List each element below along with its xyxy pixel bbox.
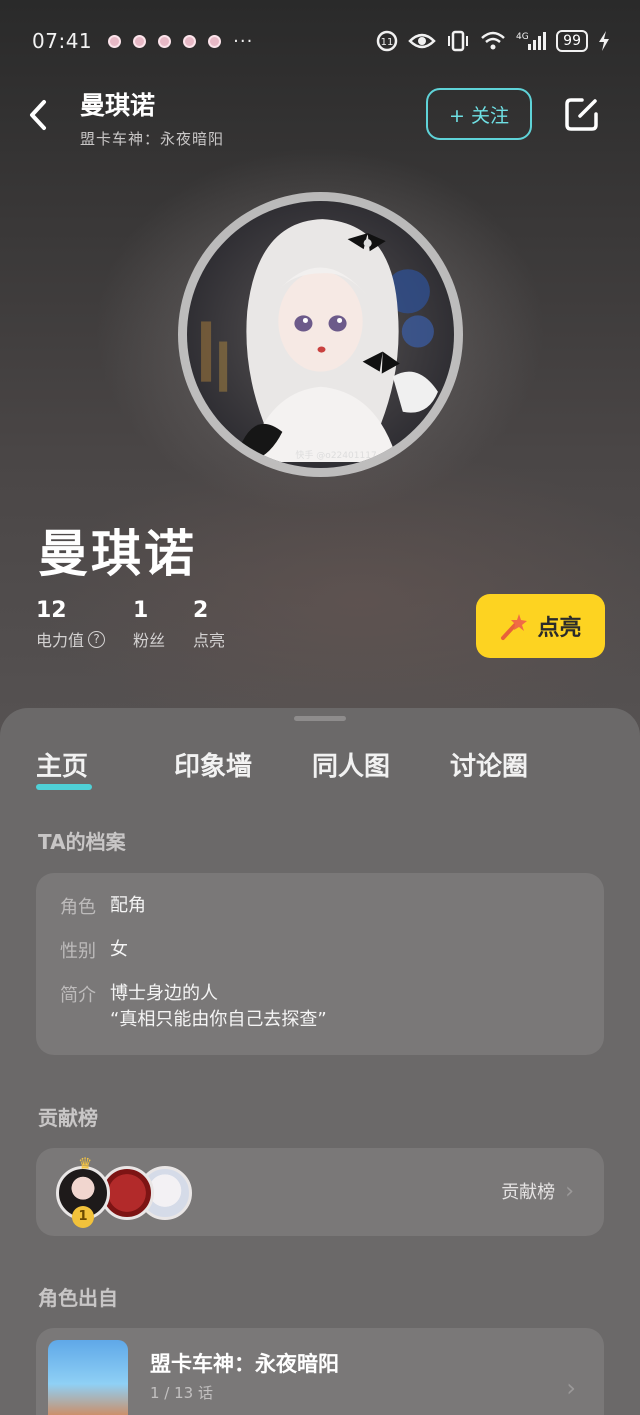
battery-icon: 99 bbox=[556, 30, 588, 52]
stat-label-text: 电力值 bbox=[36, 631, 85, 650]
help-icon[interactable]: ? bbox=[88, 630, 106, 648]
archive-row-gender: 性别 女 bbox=[60, 937, 580, 963]
header-title-block: 曼琪诺 盟卡车神：永夜暗阳 bbox=[80, 86, 224, 149]
avatar-illustration: 快手 @o22401117 bbox=[187, 201, 454, 468]
status-time: 07:41 bbox=[32, 29, 93, 53]
stat-lights[interactable]: 2 点亮 bbox=[193, 598, 225, 651]
app-notification-icon bbox=[133, 34, 147, 48]
origin-cover-thumbnail bbox=[48, 1340, 128, 1415]
status-bar: 07:41 ··· 11 4G 99 bbox=[32, 24, 610, 58]
app-notification-icon bbox=[208, 34, 222, 48]
page-header: 曼琪诺 盟卡车神：永夜暗阳 + 关注 bbox=[0, 84, 640, 148]
stat-value: 2 bbox=[193, 598, 209, 623]
tab-impression-wall[interactable]: 印象墙 bbox=[174, 746, 312, 783]
header-title: 曼琪诺 bbox=[80, 91, 156, 120]
intro-line-1: 博士身边的人 bbox=[110, 983, 218, 1004]
avatar-ring: 快手 @o22401117 bbox=[178, 192, 463, 477]
stat-value: 12 bbox=[36, 598, 67, 623]
chevron-right-icon: › bbox=[566, 1374, 576, 1402]
origin-section-title: 角色出自 bbox=[38, 1286, 118, 1310]
intro-line-2: “真相只能由你自己去探查” bbox=[110, 1009, 327, 1030]
archive-key: 性别 bbox=[60, 941, 96, 962]
svg-text:快手 @o22401117: 快手 @o22401117 bbox=[295, 449, 376, 461]
profile-stats: 12 电力值? 1 粉丝 2 点亮 bbox=[36, 598, 225, 651]
chevron-right-icon: › bbox=[565, 1178, 574, 1204]
archive-row-intro: 简介 博士身边的人 “真相只能由你自己去探查” bbox=[60, 981, 580, 1033]
contrib-ranking-link[interactable]: 贡献榜 › bbox=[501, 1178, 574, 1204]
archive-key: 简介 bbox=[60, 985, 96, 1006]
notification-icons bbox=[108, 34, 222, 48]
more-notifications-icon: ··· bbox=[233, 30, 254, 52]
contrib-card[interactable]: ♛ 1 贡献榜 › bbox=[36, 1148, 604, 1236]
header-subtitle: 盟卡车神：永夜暗阳 bbox=[80, 130, 225, 148]
contrib-section-title: 贡献榜 bbox=[38, 1106, 98, 1130]
origin-title: 盟卡车神：永夜暗阳 bbox=[150, 1352, 339, 1376]
stat-fans[interactable]: 1 粉丝 bbox=[133, 598, 165, 651]
stat-label: 点亮 bbox=[193, 631, 226, 650]
origin-episode-progress: 1 / 13 话 bbox=[150, 1384, 213, 1402]
rank-badge: 1 bbox=[72, 1206, 94, 1228]
archive-value: 博士身边的人 “真相只能由你自己去探查” bbox=[110, 981, 327, 1033]
origin-card[interactable]: 盟卡车神：永夜暗阳 1 / 13 话 › bbox=[36, 1328, 604, 1415]
stat-label: 粉丝 bbox=[133, 631, 166, 650]
avatar[interactable]: 快手 @o22401117 bbox=[187, 201, 454, 468]
tab-discussion[interactable]: 讨论圈 bbox=[450, 746, 588, 783]
light-up-button[interactable]: 点亮 bbox=[476, 594, 605, 658]
stat-label: 电力值? bbox=[36, 627, 106, 651]
archive-value: 配角 bbox=[110, 895, 146, 916]
sheet-handle[interactable] bbox=[294, 716, 346, 721]
system-icons: 11 4G 99 bbox=[376, 30, 610, 52]
app-notification-icon bbox=[183, 34, 197, 48]
back-arrow-icon[interactable] bbox=[26, 98, 52, 132]
charging-icon bbox=[599, 31, 609, 51]
stat-value: 1 bbox=[133, 598, 149, 623]
archive-value: 女 bbox=[110, 939, 128, 960]
archive-section-title: TA的档案 bbox=[38, 830, 126, 854]
wifi-icon bbox=[481, 31, 506, 50]
eye-icon bbox=[408, 33, 436, 49]
tab-fan-art[interactable]: 同人图 bbox=[312, 746, 450, 783]
tab-home[interactable]: 主页 bbox=[36, 746, 174, 790]
archive-row-role: 角色 配角 bbox=[60, 893, 580, 919]
crown-icon: ♛ bbox=[78, 1154, 93, 1173]
light-up-label: 点亮 bbox=[537, 616, 582, 641]
edit-icon[interactable] bbox=[562, 94, 602, 134]
follow-button[interactable]: + 关注 bbox=[426, 88, 532, 140]
contrib-link-label: 贡献榜 bbox=[501, 1182, 556, 1203]
tab-bar: 主页 印象墙 同人图 讨论圈 bbox=[36, 746, 588, 790]
archive-card: 角色 配角 性别 女 简介 博士身边的人 “真相只能由你自己去探查” bbox=[36, 873, 604, 1055]
signal-icon: 4G bbox=[516, 32, 547, 50]
svg-text:4G: 4G bbox=[516, 32, 529, 42]
svg-text:11: 11 bbox=[381, 37, 394, 48]
app-notification-icon bbox=[108, 34, 122, 48]
contributor-avatars: ♛ 1 bbox=[56, 1154, 216, 1228]
content-sheet: 主页 印象墙 同人图 讨论圈 TA的档案 角色 配角 性别 女 简介 博士身边的… bbox=[0, 708, 640, 1415]
app-notification-icon bbox=[158, 34, 172, 48]
profile-name: 曼琪诺 bbox=[38, 525, 197, 583]
stat-power[interactable]: 12 电力值? bbox=[36, 598, 106, 651]
vibrate-icon bbox=[448, 30, 469, 52]
clock-badge-icon: 11 bbox=[376, 30, 398, 52]
archive-key: 角色 bbox=[60, 897, 96, 918]
magic-wand-icon bbox=[501, 614, 528, 640]
